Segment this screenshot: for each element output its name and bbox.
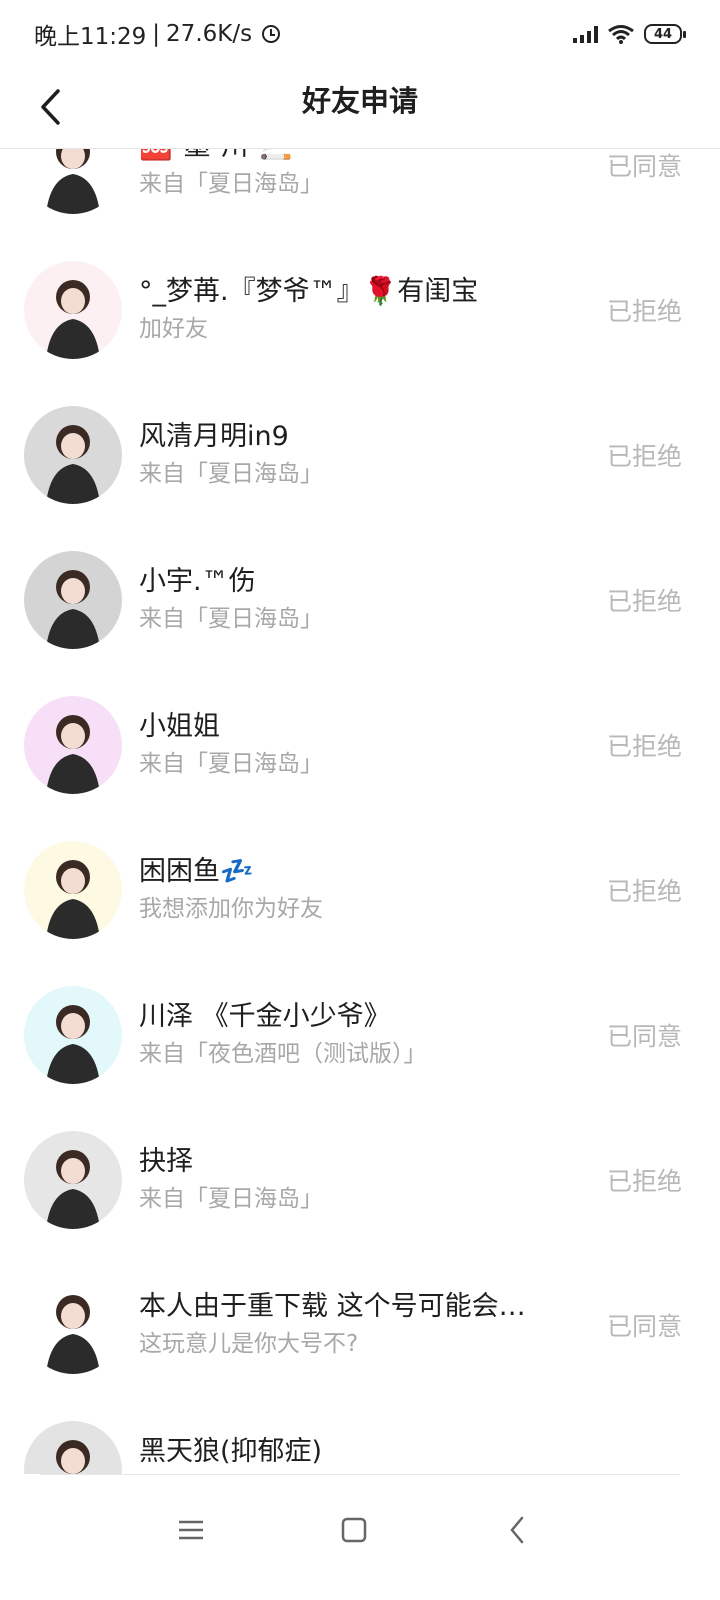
- request-status: 已拒绝: [606, 732, 682, 761]
- request-text: 困困鱼💤 我想添加你为好友: [139, 854, 569, 926]
- request-text: 川泽 《千金小少爷》来自「夜色酒吧（测试版）」: [139, 999, 569, 1071]
- request-source: 来自「夏日海岛」: [139, 751, 323, 777]
- request-row[interactable]: 小宇.™伤来自「夏日海岛」 已拒绝: [0, 526, 720, 671]
- request-text: 黑天狼(抑郁症): [139, 1434, 569, 1472]
- request-text: 抉择来自「夏日海岛」: [139, 1144, 569, 1216]
- alarm-clock-icon: [262, 25, 281, 43]
- avatar-figure-icon: [46, 149, 100, 214]
- requester-name: 困困鱼💤: [139, 856, 254, 887]
- request-status: 已拒绝: [606, 442, 682, 471]
- request-source: 来自「夏日海岛」: [139, 606, 323, 632]
- app-header: 好友申请: [0, 68, 720, 149]
- request-source: 来自「夏日海岛」: [139, 1186, 323, 1212]
- avatar-figure-icon: [46, 1295, 100, 1374]
- nav-back-button[interactable]: [487, 1505, 547, 1555]
- home-button[interactable]: [324, 1505, 384, 1555]
- avatar-figure-icon: [46, 280, 100, 359]
- request-source: 来自「夏日海岛」: [139, 461, 323, 487]
- request-text: 小姐姐来自「夏日海岛」: [139, 709, 569, 781]
- friend-request-list[interactable]: 🆘¹墨¹川¹🚬来自「夏日海岛」已同意°_梦苒.『梦爷™』🌹有闺宝加好友已拒绝风清…: [0, 149, 720, 1474]
- request-status: 已拒绝: [606, 587, 682, 616]
- cellular-signal-icon: [573, 25, 598, 43]
- request-row[interactable]: 小姐姐来自「夏日海岛」 已拒绝: [0, 671, 720, 816]
- request-text: 🆘¹墨¹川¹🚬 来自「夏日海岛」: [139, 149, 569, 201]
- avatar[interactable]: [24, 1421, 122, 1474]
- request-status: 已拒绝: [606, 1167, 682, 1196]
- request-text: 本人由于重下载 这个号可能会… 这玩意儿是你大号不?: [139, 1289, 569, 1361]
- request-row[interactable]: 黑天狼(抑郁症): [0, 1396, 720, 1474]
- request-row[interactable]: 风清月明in9 来自「夏日海岛」 已拒绝: [0, 381, 720, 526]
- request-row[interactable]: 本人由于重下载 这个号可能会… 这玩意儿是你大号不? 已同意: [0, 1251, 720, 1396]
- requester-name: 🆘¹墨¹川¹🚬: [139, 149, 569, 165]
- request-source: 我想添加你为好友: [139, 896, 323, 922]
- status-right: 44: [573, 24, 686, 44]
- status-left: 晚上11:29 | 27.6K/s: [34, 17, 281, 51]
- avatar-figure-icon: [46, 860, 100, 939]
- request-text: 小宇.™伤来自「夏日海岛」: [139, 564, 569, 636]
- request-status: 已同意: [606, 1022, 682, 1051]
- menu-button[interactable]: [161, 1505, 221, 1555]
- requester-name: 抉择: [139, 1146, 193, 1177]
- request-status: 已同意: [606, 152, 682, 181]
- avatar[interactable]: [24, 986, 122, 1084]
- avatar-figure-icon: [46, 1005, 100, 1084]
- avatar[interactable]: [24, 841, 122, 939]
- battery-level: 44: [653, 26, 673, 42]
- requester-name: 黑天狼(抑郁症): [139, 1436, 323, 1467]
- request-status: 已同意: [606, 1312, 682, 1341]
- avatar[interactable]: [24, 149, 122, 214]
- request-status: 已拒绝: [606, 297, 682, 326]
- status-time: 晚上11:29: [34, 24, 147, 50]
- request-source: 这玩意儿是你大号不?: [139, 1331, 359, 1357]
- home-square-icon: [341, 1517, 367, 1543]
- avatar[interactable]: [24, 1276, 122, 1374]
- requester-name: 本人由于重下载 这个号可能会…: [139, 1291, 526, 1322]
- requester-name: 风清月明in9: [139, 421, 289, 452]
- avatar-figure-icon: [46, 425, 100, 504]
- request-source: 来自「夏日海岛」: [139, 171, 323, 197]
- request-source: 来自「夜色酒吧（测试版）」: [139, 1041, 427, 1067]
- requester-name: 小姐姐: [139, 711, 220, 742]
- page-title: 好友申请: [301, 84, 418, 118]
- request-row[interactable]: 抉择来自「夏日海岛」 已拒绝: [0, 1106, 720, 1251]
- request-row[interactable]: °_梦苒.『梦爷™』🌹有闺宝加好友 已拒绝: [0, 236, 720, 381]
- request-list-content: 🆘¹墨¹川¹🚬来自「夏日海岛」已同意°_梦苒.『梦爷™』🌹有闺宝加好友已拒绝风清…: [0, 149, 720, 1474]
- avatar[interactable]: [24, 551, 122, 649]
- request-text: 风清月明in9 来自「夏日海岛」: [139, 419, 569, 491]
- request-source: 加好友: [139, 316, 208, 342]
- request-status: 已拒绝: [606, 877, 682, 906]
- network-speed: 27.6K/s: [166, 21, 253, 47]
- request-row[interactable]: 川泽 《千金小少爷》来自「夜色酒吧（测试版）」 已同意: [0, 961, 720, 1106]
- avatar[interactable]: [24, 406, 122, 504]
- request-row[interactable]: 🆘¹墨¹川¹🚬 来自「夏日海岛」 已同意: [0, 149, 720, 236]
- avatar[interactable]: [24, 261, 122, 359]
- status-bar: 晚上11:29 | 27.6K/s 44: [0, 0, 720, 68]
- avatar-figure-icon: [46, 570, 100, 649]
- avatar-figure-icon: [46, 1150, 100, 1229]
- menu-icon: [179, 1520, 203, 1540]
- avatar-figure-icon: [46, 715, 100, 794]
- status-separator: |: [152, 21, 161, 47]
- avatar[interactable]: [24, 696, 122, 794]
- system-nav-bar: [0, 1475, 720, 1600]
- battery-icon: 44: [644, 24, 686, 44]
- avatar-figure-icon: [56, 1440, 90, 1474]
- wifi-icon: [608, 25, 634, 44]
- requester-name: °_梦苒.『梦爷™』🌹有闺宝: [139, 276, 479, 307]
- requester-name: 小宇.™伤: [139, 566, 256, 597]
- avatar[interactable]: [24, 1131, 122, 1229]
- request-row[interactable]: 困困鱼💤 我想添加你为好友 已拒绝: [0, 816, 720, 961]
- requester-name: 川泽 《千金小少爷》: [139, 1001, 391, 1032]
- request-text: °_梦苒.『梦爷™』🌹有闺宝加好友: [139, 274, 569, 346]
- nav-back-icon: [510, 1516, 524, 1544]
